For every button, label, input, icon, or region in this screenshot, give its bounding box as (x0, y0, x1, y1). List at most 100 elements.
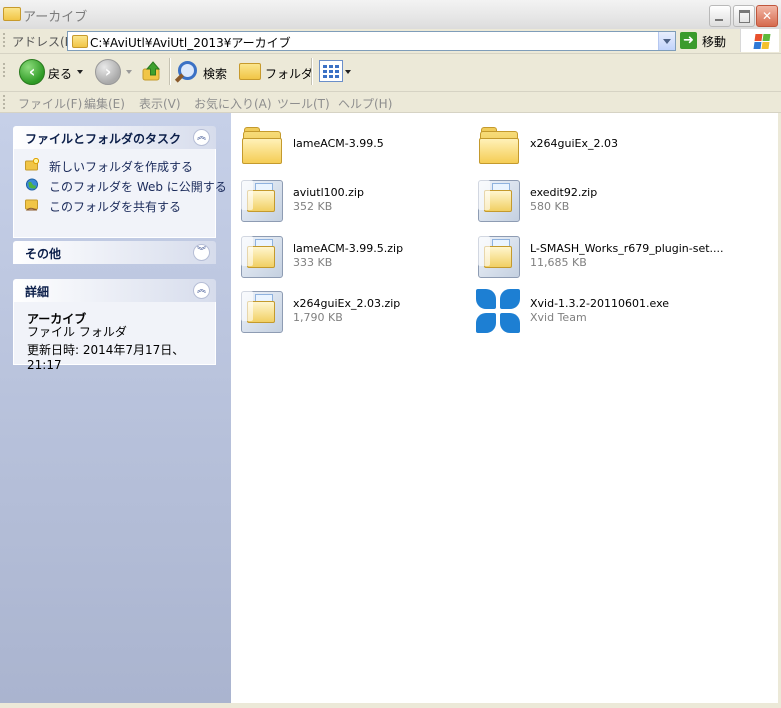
details-panel-title: 詳細 (25, 285, 50, 299)
file-size: 580 KB (530, 200, 570, 213)
details-type: ファイル フォルダ (27, 325, 127, 339)
file-name: x264guiEx_2.03 (530, 137, 618, 150)
go-label: 移動 (702, 35, 727, 49)
new-folder-icon (25, 158, 39, 171)
windows-logo-icon (740, 29, 779, 52)
address-bar: アドレス(D) C:¥AviUtl¥AviUtl_2013¥アーカイブ ➜ 移動 (0, 29, 781, 54)
file-name: lameACM-3.99.5 (293, 137, 384, 150)
address-dropdown-button[interactable] (658, 32, 675, 50)
zip-icon (237, 176, 285, 224)
file-name: aviutl100.zip (293, 186, 364, 199)
tasks-panel-header[interactable]: ファイルとフォルダのタスク ︽ (13, 126, 216, 149)
file-name: exedit92.zip (530, 186, 598, 199)
views-button[interactable] (319, 59, 353, 86)
details-panel-header[interactable]: 詳細 ︽ (13, 279, 216, 302)
details-panel-body: アーカイブ ファイル フォルダ 更新日時: 2014年7月17日、21:17 (13, 302, 216, 372)
tasks-panel-body: 新しいフォルダを作成する このフォルダを Web に公開する このフォルダを共有… (13, 149, 227, 238)
standard-toolbar: ‹ 戻る › 検索 フォルダ (0, 54, 781, 92)
file-folder-tasks-panel: ファイルとフォルダのタスク ︽ 新しいフォルダを作成する このフォルダを Web… (13, 126, 227, 238)
toolbar-grip[interactable] (3, 95, 7, 109)
details-panel: 詳細 ︽ アーカイブ ファイル フォルダ 更新日時: 2014年7月17日、21… (13, 279, 216, 372)
file-name: lameACM-3.99.5.zip (293, 242, 404, 255)
menu-favorites[interactable]: お気に入り(A) (194, 95, 272, 112)
explorer-window: アーカイブ ✕ アドレス(D) C:¥AviUtl¥AviUtl_2013¥アー… (0, 0, 781, 708)
back-arrow-icon: ‹ (19, 59, 45, 85)
menu-tools[interactable]: ツール(T) (277, 95, 330, 112)
folder-icon (72, 35, 88, 48)
menu-help[interactable]: ヘルプ(H) (338, 95, 392, 112)
up-folder-icon (142, 61, 161, 81)
file-item[interactable]: lameACM-3.99.5 (237, 123, 467, 173)
task-share-folder-label: このフォルダを共有する (49, 200, 182, 214)
file-item[interactable]: aviutl100.zip 352 KB (237, 176, 467, 226)
collapse-icon[interactable]: ︽ (193, 129, 210, 146)
file-item[interactable]: lameACM-3.99.5.zip 333 KB (237, 232, 467, 282)
file-item[interactable]: L-SMASH_Works_r679_plugin-set.... 11,685… (474, 232, 724, 282)
search-button[interactable]: 検索 (174, 59, 232, 86)
toolbar-separator (311, 58, 313, 85)
other-places-panel: その他 ︾ (13, 241, 216, 264)
chevron-down-icon (126, 70, 132, 74)
minimize-button[interactable] (709, 5, 731, 27)
chevron-down-icon (77, 70, 83, 74)
views-icon (319, 60, 343, 82)
file-item[interactable]: Xvid-1.3.2-20110601.exe Xvid Team (474, 287, 704, 337)
other-panel-title: その他 (25, 247, 62, 261)
task-new-folder[interactable]: 新しいフォルダを作成する (14, 155, 215, 175)
file-size: 11,685 KB (530, 256, 587, 269)
up-folder-button[interactable] (141, 59, 165, 86)
toolbar-separator (169, 58, 171, 85)
file-item[interactable]: exedit92.zip 580 KB (474, 176, 704, 226)
maximize-button[interactable] (733, 5, 755, 27)
expand-icon[interactable]: ︾ (193, 244, 210, 261)
go-button[interactable]: ➜ 移動 (680, 31, 732, 51)
file-size: 333 KB (293, 256, 333, 269)
task-publish-web-label: このフォルダを Web に公開する (49, 180, 227, 194)
file-name: Xvid-1.3.2-20110601.exe (530, 297, 670, 310)
other-panel-header[interactable]: その他 ︾ (13, 241, 216, 264)
menu-bar: ファイル(F) 編集(E) 表示(V) お気に入り(A) ツール(T) ヘルプ(… (0, 92, 781, 113)
minimize-icon (715, 19, 723, 21)
file-name: x264guiEx_2.03.zip (293, 297, 401, 310)
share-folder-icon (25, 199, 38, 211)
collapse-icon[interactable]: ︽ (193, 282, 210, 299)
file-size: 352 KB (293, 200, 333, 213)
tasks-panel-title: ファイルとフォルダのタスク (25, 132, 182, 146)
file-publisher: Xvid Team (530, 311, 587, 324)
address-input[interactable]: C:¥AviUtl¥AviUtl_2013¥アーカイブ (67, 31, 676, 51)
task-pane: ファイルとフォルダのタスク ︽ 新しいフォルダを作成する このフォルダを Web… (0, 113, 231, 703)
close-icon: ✕ (761, 9, 773, 23)
toolbar-grip[interactable] (3, 63, 7, 77)
file-item[interactable]: x264guiEx_2.03.zip 1,790 KB (237, 287, 467, 337)
zip-icon (237, 232, 285, 280)
forward-button[interactable]: › (95, 59, 135, 86)
close-button[interactable]: ✕ (756, 5, 778, 27)
window-title: アーカイブ (23, 10, 88, 25)
toolbar-grip[interactable] (3, 33, 7, 47)
chevron-down-icon (345, 70, 351, 74)
task-publish-web[interactable]: このフォルダを Web に公開する (14, 175, 227, 195)
menu-view[interactable]: 表示(V) (139, 95, 181, 112)
task-new-folder-label: 新しいフォルダを作成する (49, 160, 194, 174)
xvid-icon (474, 287, 522, 335)
back-button[interactable]: ‹ 戻る (19, 59, 89, 86)
task-share-folder[interactable]: このフォルダを共有する (14, 195, 215, 215)
file-item[interactable]: x264guiEx_2.03 (474, 123, 704, 173)
address-path: C:¥AviUtl¥AviUtl_2013¥アーカイブ (90, 36, 291, 50)
zip-icon (237, 287, 285, 335)
folder-icon (3, 7, 21, 21)
title-bar[interactable]: アーカイブ ✕ (0, 0, 781, 30)
menu-edit[interactable]: 編集(E) (84, 95, 125, 112)
go-arrow-icon: ➜ (680, 32, 697, 49)
file-list-view[interactable]: lameACM-3.99.5 x264guiEx_2.03 aviutl100.… (231, 113, 778, 703)
folder-icon (474, 123, 522, 171)
menu-file[interactable]: ファイル(F) (18, 95, 82, 112)
folder-icon (237, 123, 285, 171)
zip-icon (474, 176, 522, 224)
search-label: 検索 (203, 67, 228, 81)
file-name: L-SMASH_Works_r679_plugin-set.... (530, 242, 724, 255)
folders-button[interactable]: フォルダ (239, 59, 313, 86)
folders-icon (239, 63, 261, 80)
folders-label: フォルダ (265, 67, 314, 81)
forward-arrow-icon: › (95, 59, 121, 85)
